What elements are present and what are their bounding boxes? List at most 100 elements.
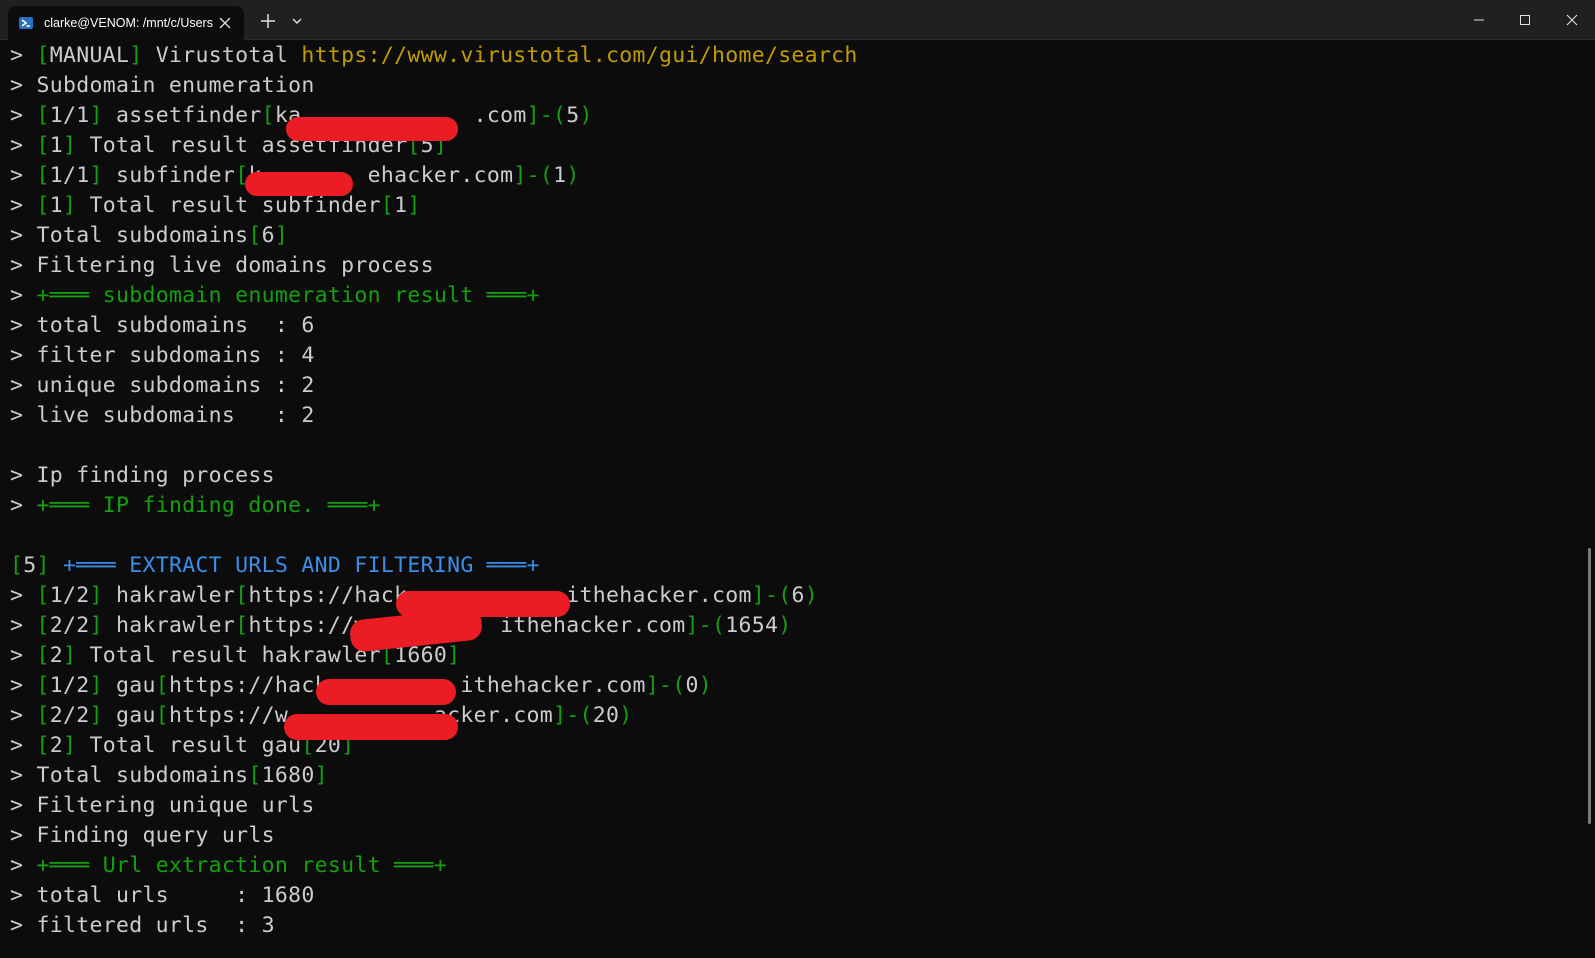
terminal-text: 20 <box>592 703 620 728</box>
terminal-text: > <box>10 733 37 758</box>
terminal-text: > <box>10 163 37 188</box>
terminal-line: > [1] Total result subfinder[1] <box>10 191 1580 221</box>
terminal-text: > total urls : 1680 <box>10 883 315 908</box>
terminal-line: > [2] Total result gau[20] <box>10 731 1580 761</box>
terminal-text: subfinder <box>102 163 236 188</box>
terminal-text: gau <box>102 703 156 728</box>
redaction-mark <box>245 172 353 196</box>
terminal-text: ] <box>63 133 77 158</box>
terminal-line: > filter subdomains : 4 <box>10 341 1580 371</box>
terminal-line: > total urls : 1680 <box>10 881 1580 911</box>
terminal-text: > Total subdomains <box>10 223 249 248</box>
terminal-line: > Total subdomains[1680] <box>10 761 1580 791</box>
scrollbar-thumb[interactable] <box>1588 548 1591 824</box>
terminal-text: 5 <box>566 103 580 128</box>
terminal-text: 1/2 <box>49 583 90 608</box>
terminal-line: > [1/2] gau[https://hack ithehacker.com]… <box>10 671 1580 701</box>
terminal-text: 6 <box>791 583 805 608</box>
terminal-line: > Ip finding process <box>10 461 1580 491</box>
terminal-text: ]-( <box>526 103 567 128</box>
terminal-text: > Filtering live domains process <box>10 253 434 278</box>
terminal-line: > [MANUAL] Virustotal https://www.virust… <box>10 41 1580 71</box>
terminal-text: > <box>10 103 37 128</box>
terminal-output[interactable]: > [MANUAL] Virustotal https://www.virust… <box>0 41 1580 958</box>
terminal-text: > filter subdomains : 4 <box>10 343 315 368</box>
terminal-text: ] <box>89 613 103 638</box>
terminal-line: [5] +═══ EXTRACT URLS AND FILTERING ═══+ <box>10 551 1580 581</box>
terminal-text: > total subdomains : 6 <box>10 313 315 338</box>
terminal-text: [ <box>36 643 50 668</box>
terminal-text: > <box>10 493 37 518</box>
close-window-button[interactable] <box>1549 0 1595 40</box>
terminal-line: > Filtering live domains process <box>10 251 1580 281</box>
terminal-text: > Ip finding process <box>10 463 275 488</box>
redaction-mark <box>286 117 458 141</box>
tab-title: clarke@VENOM: /mnt/c/Users <box>44 16 213 30</box>
terminal-line: > filtered urls : 3 <box>10 911 1580 941</box>
terminal-text: 1/1 <box>49 103 90 128</box>
terminal-text: 1/2 <box>49 673 90 698</box>
terminal-text: > <box>10 583 37 608</box>
terminal-text: 1 <box>394 193 408 218</box>
terminal-text: [ <box>10 553 24 578</box>
terminal-text: > live subdomains : 2 <box>10 403 315 428</box>
terminal-text: ] <box>89 103 103 128</box>
terminal-text: ) <box>566 163 580 188</box>
terminal-text: > filtered urls : 3 <box>10 913 275 938</box>
terminal-text: ] <box>89 673 103 698</box>
terminal-tab[interactable]: clarke@VENOM: /mnt/c/Users <box>8 6 244 40</box>
terminal-line: > [2] Total result hakrawler[1660] <box>10 641 1580 671</box>
terminal-text: > <box>10 283 37 308</box>
terminal-text: > <box>10 43 37 68</box>
terminal-text: > <box>10 853 37 878</box>
terminal-text: > Subdomain enumeration <box>10 73 315 98</box>
terminal-line: > [1/2] hakrawler[https://hack ithehacke… <box>10 581 1580 611</box>
terminal-text: [ <box>235 613 249 638</box>
terminal-text: Total result subfinder <box>76 193 381 218</box>
terminal-text: ] <box>407 193 421 218</box>
terminal-line: > live subdomains : 2 <box>10 401 1580 431</box>
maximize-button[interactable] <box>1502 0 1548 40</box>
redaction-mark <box>284 714 458 740</box>
terminal-text: [ <box>36 703 50 728</box>
terminal-text: +═══ IP finding done. ═══+ <box>36 493 381 518</box>
terminal-text: ] <box>36 553 50 578</box>
chevron-down-icon[interactable] <box>291 15 303 27</box>
terminal-text: [ <box>261 103 275 128</box>
terminal-text: ) <box>579 103 593 128</box>
close-icon <box>1566 14 1578 26</box>
terminal-text: [ <box>248 763 262 788</box>
terminal-text: > <box>10 613 37 638</box>
terminal-line: > Total subdomains[6] <box>10 221 1580 251</box>
terminal-line: > [1] Total result assetfinder[5] <box>10 131 1580 161</box>
terminal-line: > Finding query urls <box>10 821 1580 851</box>
terminal-text: [ <box>36 733 50 758</box>
terminal-text: [ <box>235 583 249 608</box>
terminal-text: assetfinder <box>102 103 262 128</box>
redaction-mark <box>316 679 456 705</box>
terminal-text: [ <box>36 163 50 188</box>
terminal-text: ] <box>63 733 77 758</box>
terminal-text: ]-( <box>513 163 554 188</box>
close-tab-icon[interactable] <box>216 14 234 32</box>
terminal-text: ] <box>89 703 103 728</box>
terminal-text: [ <box>36 43 50 68</box>
terminal-text: [ <box>155 673 169 698</box>
terminal-text: +═══ Url extraction result ═══+ <box>36 853 448 878</box>
minimize-button[interactable] <box>1456 0 1502 40</box>
terminal-text: [ <box>36 583 50 608</box>
terminal-text: 5 <box>23 553 37 578</box>
terminal-text: [ <box>36 193 50 218</box>
terminal-text: hakrawler <box>102 613 236 638</box>
terminal-text: ] <box>274 223 289 248</box>
plus-icon[interactable] <box>259 12 277 30</box>
maximize-icon <box>1520 15 1530 25</box>
terminal-text: [ <box>380 193 395 218</box>
terminal-text: > <box>10 703 37 728</box>
terminal-line: > unique subdomains : 2 <box>10 371 1580 401</box>
terminal-line: > [2/2] hakrawler[https://w ithehacker.c… <box>10 611 1580 641</box>
terminal-text: [ <box>36 673 50 698</box>
terminal-text: 1680 <box>261 763 315 788</box>
terminal-line: > +═══ Url extraction result ═══+ <box>10 851 1580 881</box>
terminal-line: > +═══ subdomain enumeration result ═══+ <box>10 281 1580 311</box>
